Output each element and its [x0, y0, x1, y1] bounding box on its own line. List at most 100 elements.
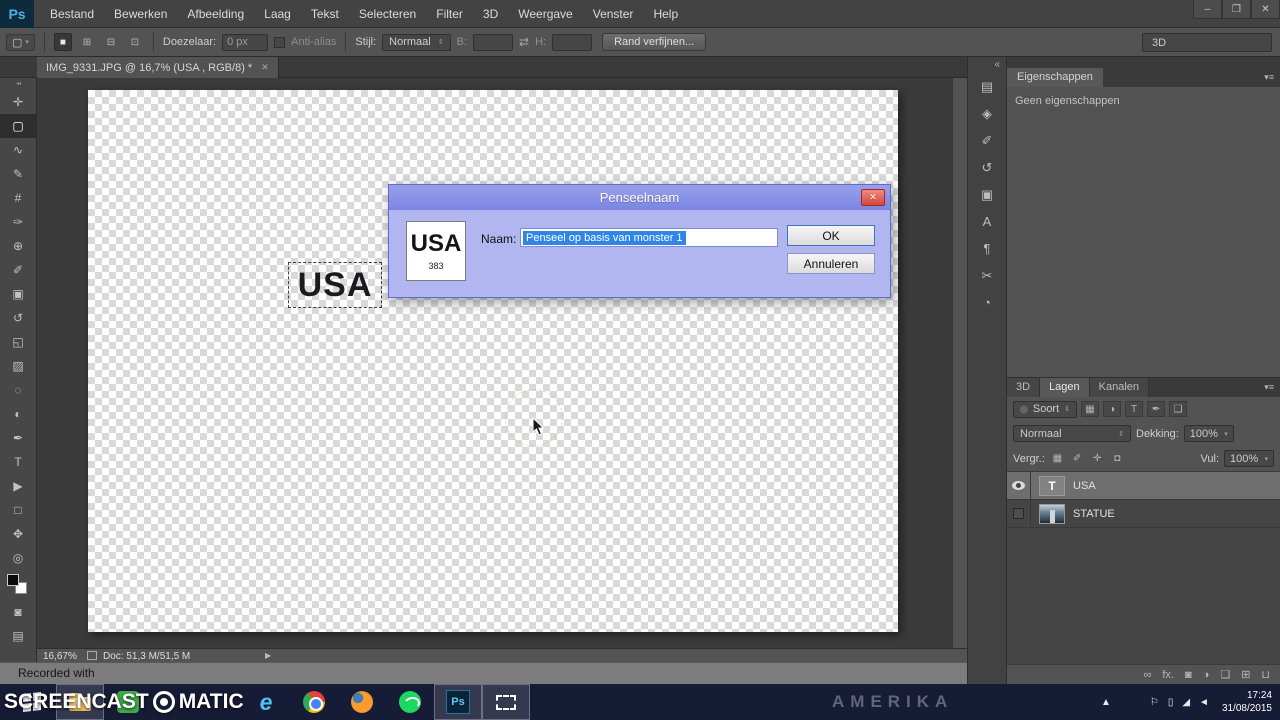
- tool-eyedropper[interactable]: ✑: [0, 210, 36, 234]
- panel-menu-icon[interactable]: ▾≡: [1264, 72, 1274, 83]
- zoom-level-field[interactable]: 16,67%: [43, 651, 77, 662]
- tray-volume-icon[interactable]: ◄: [1199, 697, 1209, 708]
- document-tab[interactable]: IMG_9331.JPG @ 16,7% (USA , RGB/8) * ✕: [37, 57, 279, 78]
- filter-shape-layers-icon[interactable]: ✒: [1147, 401, 1166, 417]
- menu-item-selecteren[interactable]: Selecteren: [349, 0, 426, 28]
- visibility-cell[interactable]: [1007, 499, 1031, 528]
- taskbar-clock[interactable]: 17:24 31/08/2015: [1222, 689, 1272, 716]
- menu-item-3d[interactable]: 3D: [473, 0, 508, 28]
- firefox-button[interactable]: [338, 684, 386, 720]
- layer-group-icon[interactable]: ❑: [1220, 668, 1230, 681]
- panel-navigator-icon[interactable]: ◈: [968, 100, 1006, 127]
- panel-history-icon[interactable]: ↺: [968, 154, 1006, 181]
- lock-pixels-icon[interactable]: ✐: [1070, 451, 1085, 466]
- lock-position-icon[interactable]: ✛: [1090, 451, 1105, 466]
- tab-kanalen[interactable]: Kanalen: [1089, 378, 1150, 397]
- tool-hand[interactable]: ✥: [0, 522, 36, 546]
- tray-network-icon[interactable]: ◢: [1182, 697, 1190, 708]
- foreground-color-swatch[interactable]: [7, 574, 19, 586]
- tool-shape[interactable]: □: [0, 498, 36, 522]
- filter-smart-objects-icon[interactable]: ❑: [1169, 401, 1188, 417]
- canvas-area[interactable]: USA: [37, 78, 953, 648]
- new-layer-icon[interactable]: ⊞: [1241, 668, 1250, 681]
- panel-brush-presets-icon[interactable]: ✐: [968, 127, 1006, 154]
- opacity-select[interactable]: 100% ▾: [1183, 425, 1234, 442]
- minimize-button[interactable]: –: [1193, 0, 1222, 19]
- link-layers-icon[interactable]: ∞: [1144, 669, 1152, 681]
- tool-path-selection[interactable]: ▶: [0, 474, 36, 498]
- layer-row-usa[interactable]: T USA: [1007, 471, 1280, 500]
- refine-edge-button[interactable]: Rand verfijnen...: [602, 33, 707, 51]
- tool-zoom[interactable]: ◎: [0, 546, 36, 570]
- tool-history-brush[interactable]: ↺: [0, 306, 36, 330]
- layer-mask-icon[interactable]: ◙: [1185, 669, 1192, 681]
- menu-item-venster[interactable]: Venster: [583, 0, 644, 28]
- visibility-cell[interactable]: [1007, 471, 1031, 500]
- add-selection-button[interactable]: ⊞: [78, 33, 96, 51]
- tray-action-center-icon[interactable]: ⚐: [1150, 697, 1159, 708]
- document-canvas[interactable]: USA: [88, 90, 898, 632]
- color-swatches[interactable]: [0, 570, 36, 600]
- panel-styles-icon[interactable]: ✂: [968, 262, 1006, 289]
- tool-lasso[interactable]: ∿: [0, 138, 36, 162]
- tab-close-icon[interactable]: ✕: [261, 62, 269, 73]
- menu-item-filter[interactable]: Filter: [426, 0, 473, 28]
- menu-item-bewerken[interactable]: Bewerken: [104, 0, 177, 28]
- selection-marquee[interactable]: USA: [288, 262, 382, 308]
- layer-filter-select[interactable]: ◎ Soort ⇕: [1013, 400, 1078, 418]
- subtract-selection-button[interactable]: ⊟: [102, 33, 120, 51]
- spotify-button[interactable]: [386, 684, 434, 720]
- tool-quick-selection[interactable]: ✎: [0, 162, 36, 186]
- feather-input[interactable]: 0 px: [222, 33, 269, 51]
- tray-power-icon[interactable]: ▯: [1168, 697, 1174, 708]
- antialias-checkbox[interactable]: [274, 36, 286, 48]
- lock-transparency-icon[interactable]: ▦: [1050, 451, 1065, 466]
- dock-collapse-icon[interactable]: «: [968, 57, 1006, 73]
- blend-mode-select[interactable]: Normaal ⇕: [1013, 425, 1131, 442]
- menu-item-help[interactable]: Help: [643, 0, 688, 28]
- panel-paragraph-icon[interactable]: ¶: [968, 235, 1006, 262]
- tab-eigenschappen[interactable]: Eigenschappen: [1007, 68, 1103, 87]
- tab-3d[interactable]: 3D: [1007, 378, 1041, 397]
- close-button[interactable]: ✕: [1251, 0, 1280, 19]
- dialog-title-bar[interactable]: Penseelnaam ✕: [389, 185, 890, 210]
- toolbox-collapse-icon[interactable]: ◂◂: [0, 78, 36, 90]
- tool-blur[interactable]: ◌: [0, 378, 36, 402]
- tool-dodge[interactable]: ◐: [0, 402, 36, 426]
- workspace-switcher[interactable]: 3D: [1142, 33, 1272, 52]
- filter-pixel-layers-icon[interactable]: ▦: [1081, 401, 1100, 417]
- tab-lagen[interactable]: Lagen: [1040, 378, 1090, 397]
- status-menu-icon[interactable]: ▶: [265, 651, 271, 660]
- tool-gradient[interactable]: ▨: [0, 354, 36, 378]
- tool-clone-stamp[interactable]: ▣: [0, 282, 36, 306]
- snipping-app-button[interactable]: [482, 684, 530, 720]
- width-input[interactable]: [473, 33, 514, 51]
- internet-explorer-button[interactable]: e: [242, 684, 290, 720]
- cancel-button[interactable]: Annuleren: [787, 253, 875, 274]
- restore-button[interactable]: ❐: [1222, 0, 1251, 19]
- tray-hidden-icons[interactable]: ▲: [1101, 697, 1111, 708]
- panel-menu-icon[interactable]: ▾≡: [1264, 382, 1274, 393]
- filter-adjustment-layers-icon[interactable]: ◑: [1103, 401, 1122, 417]
- tool-pen[interactable]: ✒: [0, 426, 36, 450]
- text-layer-thumbnail[interactable]: T: [1039, 475, 1065, 496]
- tool-move[interactable]: ✛: [0, 90, 36, 114]
- tool-eraser[interactable]: ◱: [0, 330, 36, 354]
- menu-item-weergave[interactable]: Weergave: [508, 0, 582, 28]
- quick-mask-button[interactable]: ◙: [0, 600, 36, 624]
- eye-off-checkbox[interactable]: [1013, 508, 1024, 519]
- height-input[interactable]: [552, 33, 593, 51]
- panel-clone-source-icon[interactable]: ▣: [968, 181, 1006, 208]
- delete-layer-icon[interactable]: ⊔: [1261, 668, 1270, 681]
- dialog-close-button[interactable]: ✕: [861, 189, 885, 206]
- intersect-selection-button[interactable]: ⊡: [126, 33, 144, 51]
- new-selection-button[interactable]: ■: [53, 33, 72, 51]
- menu-item-laag[interactable]: Laag: [254, 0, 301, 28]
- style-select[interactable]: Normaal ⇕: [382, 33, 451, 51]
- lock-all-icon[interactable]: ◘: [1110, 451, 1125, 466]
- tool-brush[interactable]: ✐: [0, 258, 36, 282]
- tool-type[interactable]: T: [0, 450, 36, 474]
- photoshop-button[interactable]: Ps: [434, 684, 482, 720]
- panel-timeline-icon[interactable]: ◔: [968, 289, 1006, 316]
- panel-character-icon[interactable]: A: [968, 208, 1006, 235]
